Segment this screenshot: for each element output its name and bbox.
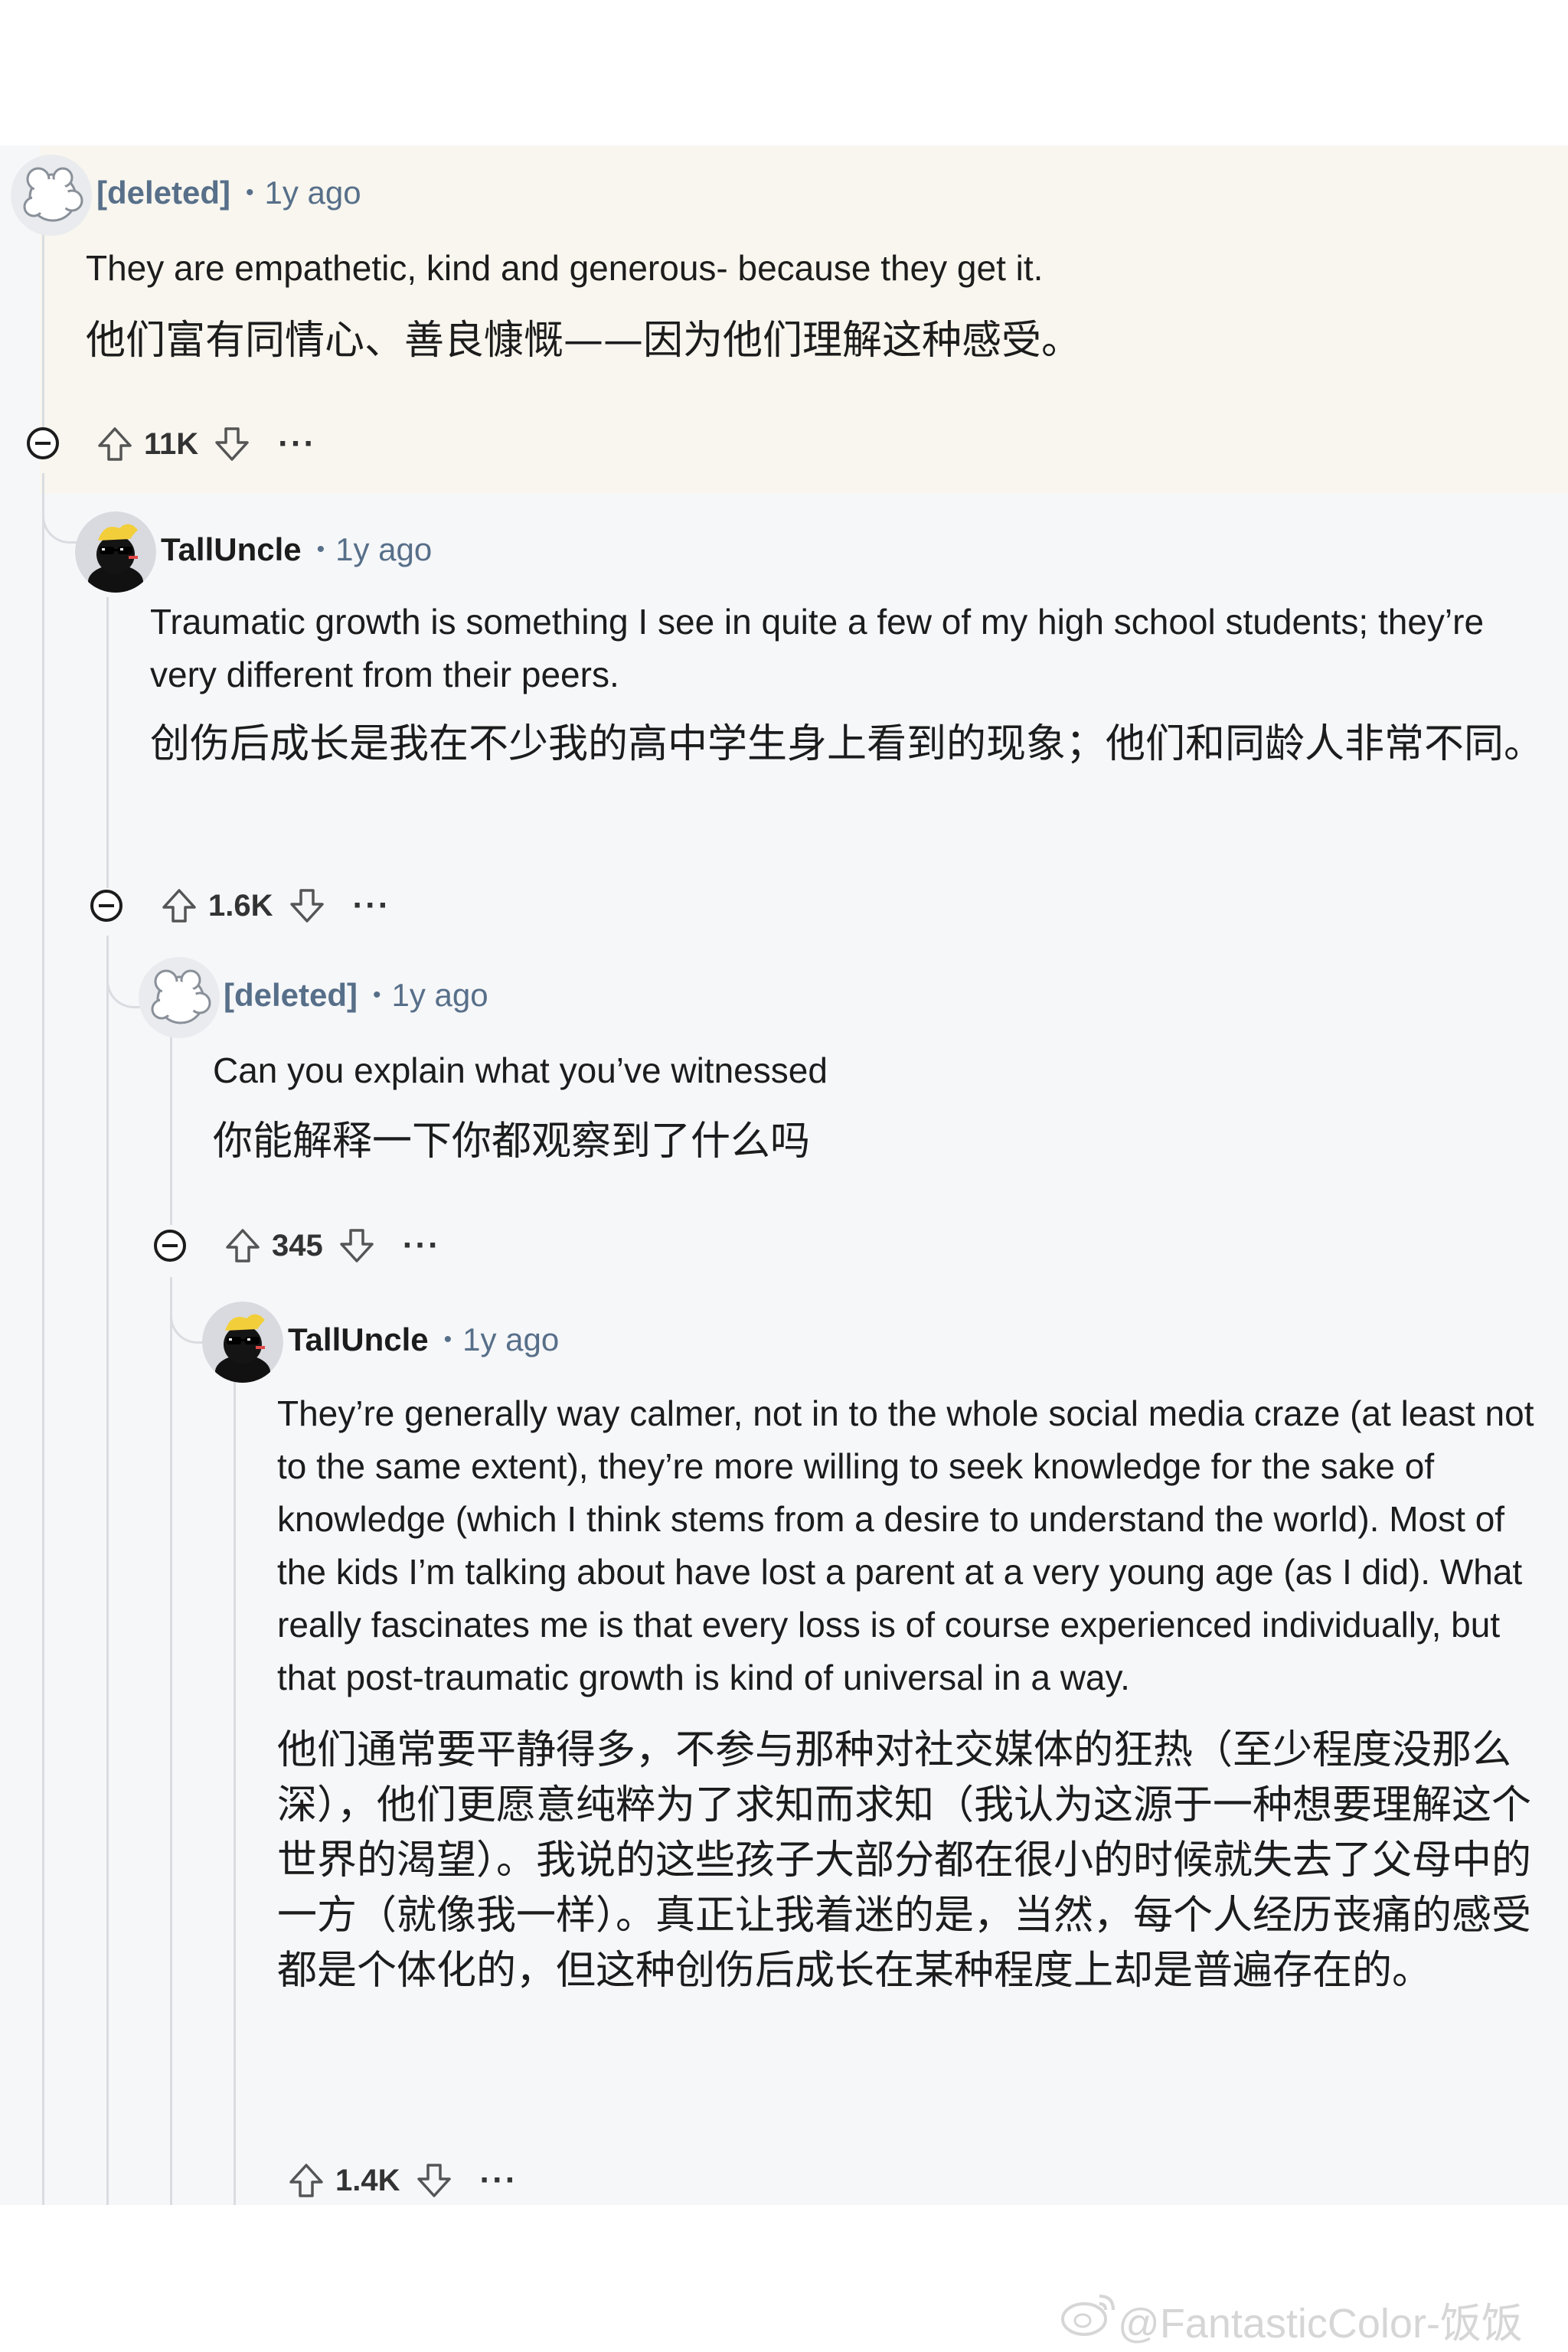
- vote-bar: 345 ···: [223, 1226, 441, 1266]
- thread-line: [106, 597, 109, 888]
- comment-age: 1y ago: [335, 531, 433, 567]
- vote-count: 1.4K: [335, 2163, 400, 2197]
- more-options-icon[interactable]: ···: [278, 425, 316, 463]
- comment-text-chinese: 他们通常要平静得多，不参与那种对社交媒体的狂热（至少程度没那么深），他们更愿意纯…: [277, 1727, 1532, 1994]
- collapse-minus-icon[interactable]: [152, 1228, 188, 1267]
- thread-line: [42, 473, 44, 2205]
- comment-body: They are empathetic, kind and generous- …: [86, 242, 1540, 368]
- comment-age: 1y ago: [462, 1321, 560, 1357]
- comment-meta: [deleted] • 1y ago: [96, 175, 361, 211]
- comment-author[interactable]: TallUncle: [161, 531, 302, 568]
- comment-meta: TallUncle • 1y ago: [288, 1321, 559, 1358]
- comment-text-chinese: 你能解释一下你都观察到了什么吗: [213, 1119, 811, 1165]
- meta-separator: •: [246, 180, 254, 205]
- upvote-arrow-icon[interactable]: [159, 886, 199, 926]
- comment-text-english: They are empathetic, kind and generous- …: [86, 248, 1044, 288]
- comment-text-chinese: 他们富有同情心、善良慷慨——因为他们理解这种感受。: [86, 318, 1082, 364]
- meta-separator: •: [316, 537, 325, 562]
- vote-bar: 1.6K ···: [159, 886, 390, 926]
- more-options-icon[interactable]: ···: [480, 2161, 518, 2200]
- vote-bar: 1.4K ···: [286, 2161, 518, 2200]
- collapse-minus-icon[interactable]: [25, 426, 60, 465]
- collapse-minus-icon[interactable]: [89, 888, 124, 927]
- comment-body: Can you explain what you’ve witnessed 你能…: [213, 1044, 1545, 1169]
- thread-line: [170, 1018, 172, 1225]
- meta-separator: •: [373, 982, 381, 1008]
- thread-line: [234, 1378, 236, 2205]
- thread-line: [42, 230, 44, 429]
- comment-body: They’re generally way calmer, not in to …: [277, 1387, 1550, 1998]
- watermark: @FantasticColor-饭饭: [1060, 2289, 1523, 2350]
- comment-meta: TallUncle • 1y ago: [161, 531, 432, 568]
- upvote-arrow-icon[interactable]: [286, 2161, 326, 2200]
- vote-count: 1.6K: [208, 888, 273, 923]
- thread-line: [106, 936, 109, 2205]
- comment-age: 1y ago: [391, 977, 488, 1013]
- watermark-text: @FantasticColor-饭饭: [1118, 2301, 1523, 2347]
- deleted-avatar-icon[interactable]: [11, 155, 92, 236]
- downvote-arrow-icon[interactable]: [337, 1226, 377, 1266]
- talluncle-avatar-icon[interactable]: [202, 1302, 283, 1383]
- comment-age: 1y ago: [264, 175, 361, 211]
- upvote-arrow-icon[interactable]: [95, 424, 135, 464]
- thread-line: [170, 1277, 172, 2205]
- weibo-logo-icon: [1060, 2292, 1118, 2347]
- upvote-arrow-icon[interactable]: [223, 1226, 263, 1266]
- comment-body: Traumatic growth is something I see in q…: [150, 596, 1551, 772]
- more-options-icon[interactable]: ···: [403, 1227, 441, 1265]
- comment-author[interactable]: TallUncle: [288, 1321, 429, 1358]
- vote-count: 345: [272, 1228, 323, 1263]
- more-options-icon[interactable]: ···: [353, 887, 391, 925]
- talluncle-avatar-icon[interactable]: [75, 511, 156, 593]
- comment-text-chinese: 创伤后成长是我在不少我的高中学生身上看到的现象；他们和同龄人非常不同。: [150, 721, 1544, 767]
- comment-author[interactable]: [deleted]: [224, 977, 358, 1014]
- vote-bar: 11K ···: [95, 424, 316, 464]
- comment-meta: [deleted] • 1y ago: [224, 977, 488, 1014]
- deleted-avatar-icon[interactable]: [139, 957, 220, 1038]
- downvote-arrow-icon[interactable]: [287, 886, 327, 926]
- meta-separator: •: [443, 1327, 452, 1352]
- comment-author[interactable]: [deleted]: [96, 175, 230, 211]
- downvote-arrow-icon[interactable]: [212, 424, 252, 464]
- downvote-arrow-icon[interactable]: [414, 2161, 454, 2200]
- vote-count: 11K: [144, 426, 199, 461]
- comment-text-english: Traumatic growth is something I see in q…: [150, 602, 1485, 694]
- comment-text-english: They’re generally way calmer, not in to …: [277, 1393, 1534, 1697]
- comment-text-english: Can you explain what you’ve witnessed: [213, 1050, 828, 1090]
